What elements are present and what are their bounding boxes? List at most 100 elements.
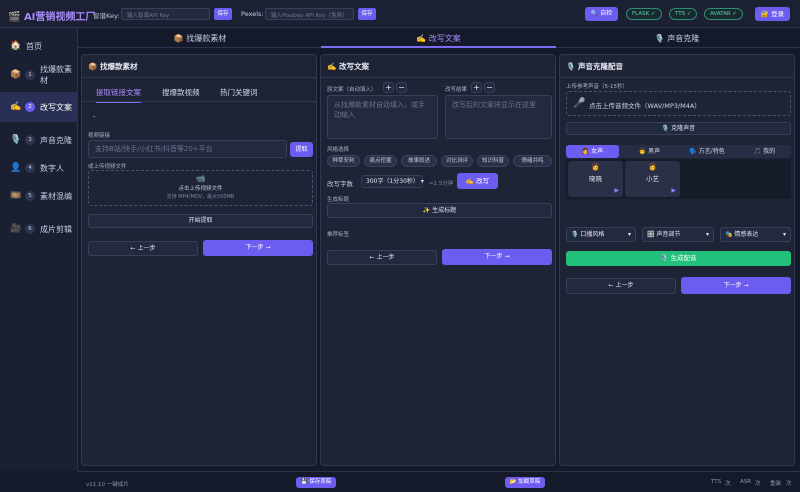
tab-find-material[interactable]: 📦 找爆款素材 <box>82 30 318 48</box>
tags-label: 推荐标签 <box>327 232 350 238</box>
tab-mine[interactable]: 🎵 我的 <box>738 145 791 158</box>
wordcount-select[interactable]: 300字（1分30秒） ▾ <box>361 175 424 188</box>
subtab-search-video[interactable]: 搜爆款视频 <box>162 87 200 98</box>
box-icon: 📦 <box>10 70 22 80</box>
content-tabs: 📦 找爆款素材 ✍️ 改写文案 🎙️ 声音克隆 <box>78 30 800 48</box>
self-check-button[interactable]: 🔍 自检 <box>585 7 618 21</box>
result-zoom-in-button[interactable]: + <box>471 82 482 93</box>
sidebar-item-rewrite[interactable]: ✍️ 2 改写文案 <box>0 92 78 122</box>
sidebar-item-label: 成片剪辑 <box>40 224 72 234</box>
step-number: 5 <box>25 191 35 201</box>
style-chip[interactable]: 痛点挖掘 <box>364 155 397 167</box>
chevron-down-icon: ▾ <box>705 231 709 238</box>
play-icon[interactable]: ▶ <box>671 187 676 194</box>
footer: v11.10 一键成片 💾 保存草稿 📂 加载草稿 TTS 次 ASR 次 重装… <box>78 471 800 492</box>
play-icon[interactable]: ▶ <box>614 187 619 194</box>
original-zoom-in-button[interactable]: + <box>383 82 394 93</box>
style-chip[interactable]: 种草安利 <box>327 155 360 167</box>
top-bar: 🎬 AI营销视频工厂 智谱Key: 输入智谱API Key 保存 Pexels:… <box>0 0 800 28</box>
sidebar-item-home[interactable]: 🏠 首页 <box>0 36 78 56</box>
extract-button[interactable]: 提取 <box>290 142 313 157</box>
duration-estimate: ≈1.5分钟 <box>429 181 454 187</box>
style-label: 风格选择 <box>327 147 350 153</box>
load-draft-button[interactable]: 📂 加载草稿 <box>505 477 545 488</box>
voice-card[interactable]: 👩 晓晓 ▶ <box>568 161 623 197</box>
original-text-area[interactable]: 从找爆款素材自动填入，或手动输入 <box>327 95 438 139</box>
original-zoom-out-button[interactable]: − <box>396 82 407 93</box>
voice-adjust-select[interactable]: 🎛️ 声音调节 ▾ <box>642 227 714 242</box>
step-number: 2 <box>25 102 35 112</box>
style-chip[interactable]: 情绪共鸣 <box>513 155 552 167</box>
wordcount-label: 改写字数 <box>327 180 353 188</box>
sidebar-item-find-material[interactable]: 📦 1 找爆款素材 <box>0 62 78 88</box>
home-icon: 🏠 <box>10 41 22 51</box>
voice-clone-panel: 🎙️ 声音克隆配音 上传参考声音（5-15秒） 🎤 点击上传音频文件（WAV/M… <box>559 54 795 466</box>
style-chip[interactable]: 对比测评 <box>441 155 473 167</box>
subtab-hot-keywords[interactable]: 热门关键词 <box>220 87 258 98</box>
step-number: 6 <box>25 224 35 234</box>
voice-tabs: 👩 女声 👨 男声 🗣️ 方言/特色 🎵 我的 <box>566 145 791 158</box>
rewrite-button[interactable]: ✍️ 改写 <box>457 173 498 189</box>
login-button[interactable]: 🔐 登录 <box>755 7 790 21</box>
camera-icon: 🎥 <box>10 224 22 234</box>
video-upload-dropzone[interactable]: 📹 点击上传视频文件 支持 MP4/MOV，最大500MB <box>88 170 313 206</box>
broadcast-style-select[interactable]: 🎙️ 口播风格 ▾ <box>566 227 636 242</box>
prev-step-button[interactable]: ← 上一步 <box>88 241 198 256</box>
sidebar-item-voice-clone[interactable]: 🎙️ 3 声音克隆 <box>0 126 78 154</box>
next-step-button[interactable]: 下一步 → <box>203 240 313 256</box>
tab-female[interactable]: 👩 女声 <box>566 145 619 158</box>
video-link-input[interactable]: 支持B站/快手/小红书/抖音等20+平台 <box>88 140 287 158</box>
sidebar-item-label: 找爆款素材 <box>40 65 72 85</box>
pexels-key-input[interactable]: 输入Pixabay API Key（免费） <box>265 8 354 20</box>
style-chip[interactable]: 知识科普 <box>477 155 509 167</box>
microphone-icon: 🎤 <box>573 98 586 109</box>
voice-card[interactable]: 👩 小艺 ▶ <box>625 161 680 197</box>
generate-title-button[interactable]: ✨ 生成标题 <box>327 203 552 218</box>
sidebar: 🏠 首页 📦 1 找爆款素材 ✍️ 2 改写文案 🎙️ 3 声音克隆 👤 4 数… <box>0 28 78 471</box>
link-label: 视频链接 <box>88 133 111 139</box>
result-text-area[interactable]: 改写后的文案将显示在这里 <box>445 95 552 139</box>
tts-count-value: 次 <box>725 481 731 487</box>
emotion-select[interactable]: 🎭 情感表达 ▾ <box>720 227 791 242</box>
tab-rewrite[interactable]: ✍️ 改写文案 <box>321 30 556 48</box>
chevron-down-icon: ▾ <box>627 231 631 238</box>
sidebar-item-digital-human[interactable]: 👤 4 数字人 <box>0 158 78 178</box>
divider <box>321 77 555 78</box>
original-text-label: 原文案（自动填入） <box>327 87 377 93</box>
next-step-button[interactable]: 下一步 → <box>442 249 552 265</box>
chevron-down-icon: ▾ <box>782 231 786 238</box>
generate-voice-button[interactable]: 🎙️ 生成配音 <box>566 251 791 266</box>
upload-hint: 支持 MP4/MOV，最大500MB <box>166 194 235 200</box>
asr-count-label: ASR <box>740 479 752 485</box>
version-text: v11.10 一键成片 <box>86 482 129 488</box>
sidebar-item-label: 改写文案 <box>40 102 72 112</box>
find-material-panel: 📦 找爆款素材 提取链接文案 搜爆款视频 热门关键词 - 视频链接 支持B站/快… <box>81 54 317 466</box>
pexels-label: Pexels: <box>241 10 264 18</box>
app-title: 🎬 AI营销视频工厂 <box>8 8 95 23</box>
save-draft-button[interactable]: 💾 保存草稿 <box>296 477 336 488</box>
tab-voice-clone[interactable]: 🎙️ 声音克隆 <box>559 30 795 48</box>
sidebar-item-edit[interactable]: 🎥 6 成片剪辑 <box>0 216 78 242</box>
next-step-button[interactable]: 下一步 → <box>681 277 791 294</box>
start-extract-button[interactable]: 开始提取 <box>88 214 313 228</box>
divider <box>560 77 794 78</box>
save-key-button[interactable]: 保存 <box>214 8 232 20</box>
result-zoom-out-button[interactable]: − <box>484 82 495 93</box>
mic-icon: 🎙️ <box>10 135 22 145</box>
style-chip[interactable]: 故事叙述 <box>401 155 437 167</box>
prev-step-button[interactable]: ← 上一步 <box>566 278 676 294</box>
film-icon: 🎬 <box>8 12 21 23</box>
zhipu-key-input[interactable]: 输入智谱API Key <box>121 8 210 20</box>
audio-upload-dropzone[interactable]: 🎤 点击上传音频文件（WAV/MP3/M4A） <box>566 91 791 116</box>
save-pexels-button[interactable]: 保存 <box>358 8 376 20</box>
chevron-down-icon: ▾ <box>420 178 424 185</box>
tab-dialect[interactable]: 🗣️ 方言/特色 <box>679 145 735 158</box>
sidebar-item-mix[interactable]: 🎞️ 5 素材混编 <box>0 183 78 209</box>
avatar: 👩 <box>591 163 600 171</box>
upload-text: 点击上传音频文件（WAV/MP3/M4A） <box>589 102 701 110</box>
prev-step-button[interactable]: ← 上一步 <box>327 250 437 265</box>
clone-voice-button[interactable]: 🎙️ 克隆声音 <box>566 122 791 135</box>
tab-male[interactable]: 👨 男声 <box>623 145 676 158</box>
panel-title: 📦 找爆款素材 <box>88 62 138 71</box>
gen-title-label: 生成标题 <box>327 197 350 203</box>
